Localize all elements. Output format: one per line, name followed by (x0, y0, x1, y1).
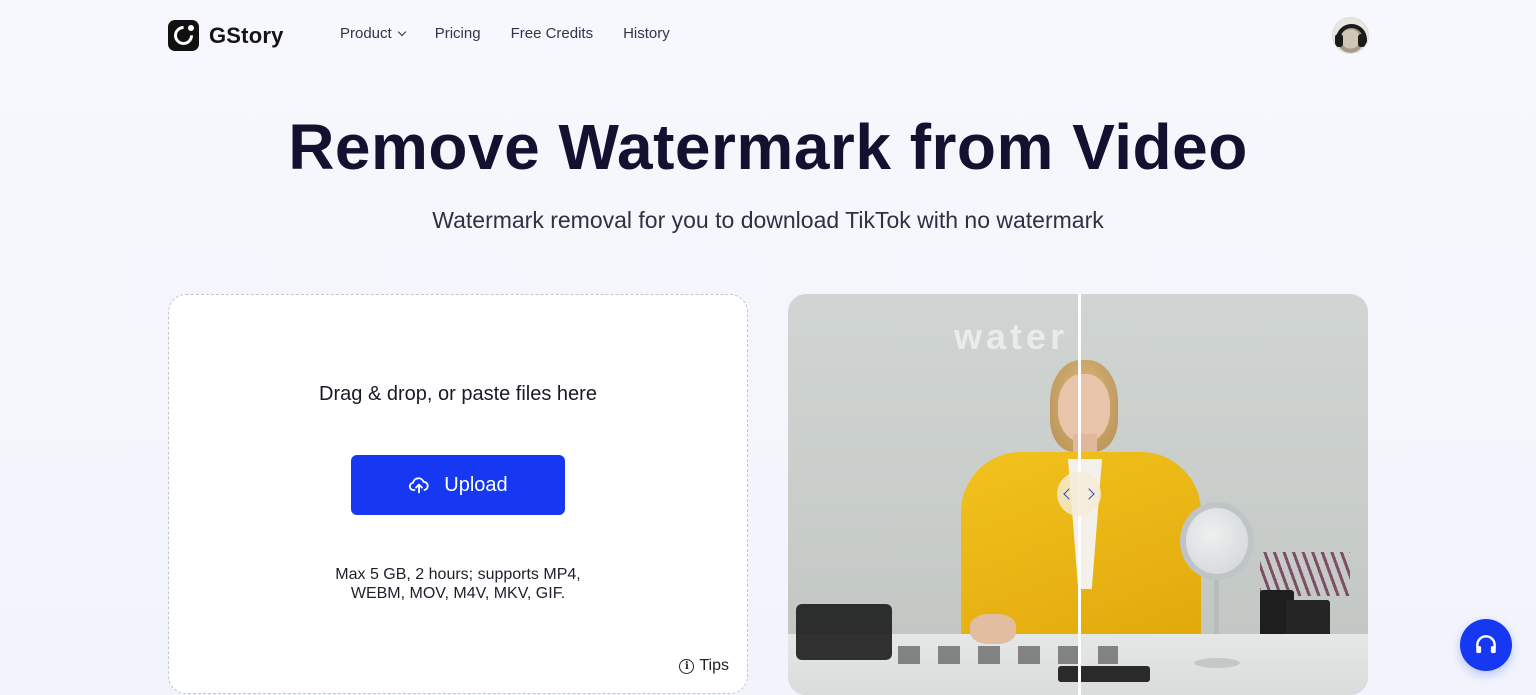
avatar[interactable] (1332, 17, 1369, 54)
chevron-down-icon (397, 27, 406, 37)
tips-link[interactable]: i Tips (679, 657, 729, 675)
tips-label: Tips (699, 657, 729, 674)
support-chat-button[interactable] (1460, 619, 1512, 671)
chevron-left-icon (1063, 488, 1075, 500)
preview-image-part (1058, 374, 1110, 442)
brand-logo[interactable]: GStory (168, 20, 284, 51)
upload-dropzone[interactable]: Drag & drop, or paste files here Upload … (168, 294, 748, 694)
main-nav: Product Pricing Free Credits History (340, 25, 670, 42)
watermark-text: water (954, 316, 1069, 357)
upload-button-label: Upload (444, 473, 508, 496)
chevron-right-icon (1083, 488, 1095, 500)
upload-limits: Max 5 GB, 2 hours; supports MP4, WEBM, M… (169, 565, 747, 603)
nav-item-label: History (623, 25, 670, 42)
nav-item-free-credits[interactable]: Free Credits (511, 25, 594, 42)
preview-image-part (970, 614, 1016, 644)
headset-icon (1476, 635, 1496, 654)
upload-limits-line: WEBM, MOV, M4V, MKV, GIF. (350, 585, 566, 602)
upload-button[interactable]: Upload (351, 455, 565, 515)
page-subtitle: Watermark removal for you to download Ti… (432, 207, 1104, 233)
preview-image-part (1194, 658, 1240, 668)
upload-limits-line: Max 5 GB, 2 hours; supports MP4, (335, 566, 581, 583)
nav-item-pricing[interactable]: Pricing (435, 25, 481, 42)
nav-item-label: Product (340, 25, 392, 42)
cloud-upload-icon (409, 477, 429, 494)
gstory-logo-icon (168, 20, 199, 51)
preview-image-part (898, 646, 1118, 664)
preview-image-part (1058, 666, 1150, 682)
page-title: Remove Watermark from Video (288, 111, 1248, 183)
nav-item-product[interactable]: Product (340, 25, 406, 42)
preview-image-part (796, 604, 892, 660)
brand-name: GStory (209, 22, 284, 48)
site-header: GStory Product Pricing Free Credits Hist… (0, 0, 1536, 70)
nav-item-history[interactable]: History (623, 25, 670, 42)
nav-item-label: Pricing (434, 25, 481, 42)
nav-item-label: Free Credits (510, 25, 594, 42)
info-icon: i (679, 658, 695, 674)
compare-slider-handle[interactable] (1057, 472, 1101, 516)
dropzone-text: Drag & drop, or paste files here (319, 383, 597, 405)
preview-image-part (1180, 502, 1254, 580)
before-after-preview: water (788, 294, 1368, 695)
